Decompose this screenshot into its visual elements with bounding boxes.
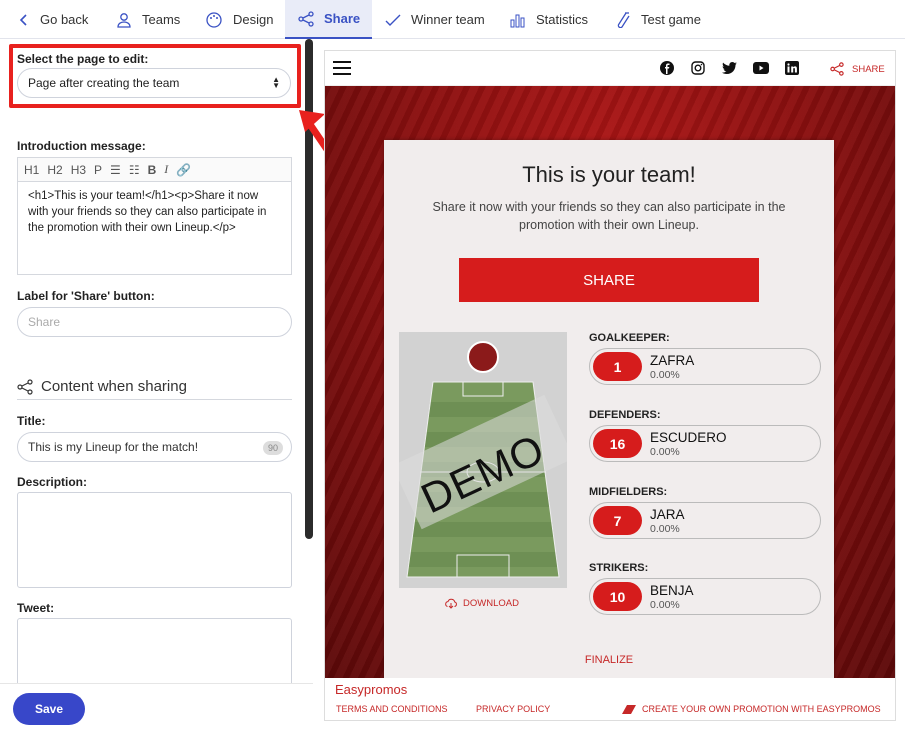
tab-teams[interactable]: Teams — [116, 0, 196, 39]
preview-share-link[interactable]: SHARE — [830, 62, 885, 76]
tweet-label: Tweet: — [17, 601, 55, 615]
player-number: 7 — [593, 506, 642, 535]
italic-icon[interactable]: I — [164, 162, 168, 177]
title-value: This is my Lineup for the match! — [28, 440, 199, 454]
hamburger-menu-icon[interactable] — [333, 61, 351, 75]
tab-label: Design — [233, 12, 274, 27]
tab-label: Test game — [641, 12, 701, 27]
player-name: BENJA — [650, 583, 694, 598]
download-link[interactable]: DOWNLOAD — [444, 598, 519, 609]
player-percentage: 0.00% — [650, 369, 680, 381]
linkedin-icon[interactable] — [785, 61, 799, 75]
team-card: This is your team! Share it now with you… — [384, 140, 834, 689]
highlight-box — [9, 44, 301, 108]
save-bar: Save — [0, 683, 313, 731]
description-textarea[interactable] — [17, 492, 292, 588]
share-icon — [17, 378, 33, 395]
youtube-icon[interactable] — [753, 62, 769, 74]
h1-button[interactable]: H1 — [24, 163, 39, 177]
chevron-left-icon — [19, 13, 27, 26]
lineup-pitch-image: DEMO — [399, 332, 567, 588]
h2-button[interactable]: H2 — [47, 163, 62, 177]
content-sharing-section: Content when sharing — [17, 374, 292, 400]
terms-link[interactable]: TERMS AND CONDITIONS — [336, 704, 448, 714]
privacy-link[interactable]: PRIVACY POLICY — [476, 704, 550, 714]
facebook-icon[interactable] — [660, 61, 674, 75]
preview-header: SHARE — [325, 51, 895, 86]
finalize-link[interactable]: FINALIZE — [384, 654, 834, 666]
tab-go-back[interactable]: Go back — [18, 0, 98, 39]
card-message: Share it now with your friends so they c… — [432, 200, 786, 232]
title-input[interactable]: This is my Lineup for the match! 90 — [17, 432, 292, 462]
create-promotion-label: CREATE YOUR OWN PROMOTION WITH EASYPROMO… — [642, 704, 881, 714]
player-number: 16 — [593, 429, 642, 458]
footer-brand[interactable]: Easypromos — [335, 682, 407, 697]
section-title: Content when sharing — [41, 378, 187, 395]
create-promotion-link[interactable]: CREATE YOUR OWN PROMOTION WITH EASYPROMO… — [622, 704, 881, 714]
check-icon — [385, 14, 401, 26]
tab-design[interactable]: Design — [205, 0, 285, 39]
instagram-icon[interactable] — [691, 61, 705, 75]
tab-test-game[interactable]: Test game — [615, 0, 710, 39]
link-icon[interactable]: 🔗 — [176, 163, 191, 177]
preview-share-label: SHARE — [852, 63, 885, 75]
player-number: 1 — [593, 352, 642, 381]
player-row[interactable]: 7 JARA 0.00% — [589, 502, 821, 539]
char-counter: 90 — [262, 441, 283, 455]
player-row[interactable]: 16 ESCUDERO 0.00% — [589, 425, 821, 462]
bullet-list-icon[interactable]: ☰ — [110, 163, 121, 177]
position-label: DEFENDERS: — [589, 409, 661, 421]
editor-toolbar: H1 H2 H3 P ☰ ☷ B I 🔗 — [17, 157, 292, 181]
top-nav: Go back Teams Design Share Winner team S… — [0, 0, 905, 39]
paragraph-button[interactable]: P — [94, 163, 102, 177]
tab-winner-team[interactable]: Winner team — [385, 0, 495, 39]
tab-label: Statistics — [536, 12, 589, 27]
share-label-input[interactable]: Share — [17, 307, 292, 337]
card-heading: This is your team! — [522, 162, 696, 187]
position-label: STRIKERS: — [589, 562, 649, 574]
h3-button[interactable]: H3 — [71, 163, 86, 177]
tab-label: Teams — [142, 12, 181, 27]
twitter-icon[interactable] — [722, 62, 737, 74]
editor-panel: Select the page to edit: Page after crea… — [5, 39, 305, 731]
share-icon — [298, 10, 314, 27]
tab-label: Winner team — [411, 12, 485, 27]
tab-label: Share — [324, 11, 361, 26]
share-button[interactable]: SHARE — [459, 258, 759, 302]
player-row[interactable]: 1 ZAFRA 0.00% — [589, 348, 821, 385]
player-row[interactable]: 10 BENJA 0.00% — [589, 578, 821, 615]
share-label-label: Label for 'Share' button: — [17, 289, 155, 303]
numbered-list-icon[interactable]: ☷ — [129, 163, 140, 177]
title-label: Title: — [17, 414, 46, 428]
flask-icon — [617, 11, 630, 28]
player-name: ZAFRA — [650, 353, 695, 368]
user-icon — [117, 12, 131, 28]
preview-footer: Easypromos TERMS AND CONDITIONS PRIVACY … — [325, 678, 895, 720]
save-button[interactable]: Save — [13, 693, 85, 725]
player-name: JARA — [650, 507, 685, 522]
player-percentage: 0.00% — [650, 599, 680, 611]
tab-share[interactable]: Share — [285, 0, 372, 39]
player-percentage: 0.00% — [650, 446, 680, 458]
intro-label: Introduction message: — [17, 139, 146, 153]
cloud-download-icon — [445, 598, 457, 609]
tab-label: Go back — [40, 12, 89, 27]
player-name: ESCUDERO — [650, 430, 727, 445]
position-label: GOALKEEPER: — [589, 332, 670, 344]
stadium-background: This is your team! Share it now with you… — [325, 86, 895, 689]
intro-editor[interactable]: <h1>This is your team!</h1><p>Share it n… — [17, 181, 292, 275]
easypromos-logo-icon — [622, 704, 636, 714]
share-icon — [830, 62, 844, 76]
tab-statistics[interactable]: Statistics — [510, 0, 600, 39]
player-percentage: 0.00% — [650, 523, 680, 535]
description-label: Description: — [17, 475, 88, 489]
position-label: MIDFIELDERS: — [589, 486, 668, 498]
bold-icon[interactable]: B — [148, 163, 157, 177]
download-label: DOWNLOAD — [463, 598, 519, 609]
player-number: 10 — [593, 582, 642, 611]
palette-icon — [206, 11, 222, 28]
bar-chart-icon — [510, 14, 525, 27]
preview-frame: SHARE This is your team! Share it now wi… — [324, 50, 896, 721]
